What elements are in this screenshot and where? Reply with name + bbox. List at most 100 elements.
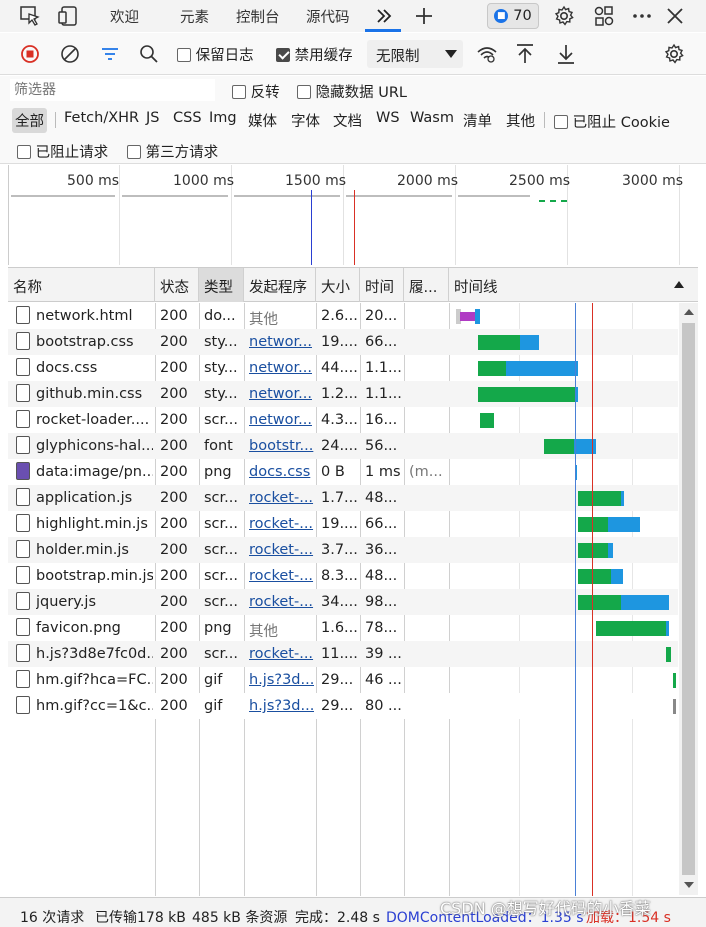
- filter-icon[interactable]: [98, 42, 122, 66]
- blocked-cookies-checkbox[interactable]: 已阻止 Cookie: [554, 111, 670, 132]
- vertical-scrollbar[interactable]: [679, 303, 698, 895]
- column-header-fulfilled-by[interactable]: 履...: [404, 268, 449, 302]
- document-icon: [16, 436, 30, 454]
- inspect-element-icon[interactable]: [17, 3, 43, 29]
- more-tabs-icon[interactable]: [371, 3, 397, 29]
- throttling-select[interactable]: 无限制: [367, 40, 463, 68]
- type-filter-css[interactable]: CSS: [170, 108, 205, 128]
- type-filter-other[interactable]: 其他: [503, 108, 538, 133]
- request-initiator-link[interactable]: rocket-...: [249, 516, 314, 532]
- settings-gear-icon[interactable]: [551, 3, 577, 29]
- request-initiator-link[interactable]: rocket-...: [249, 646, 314, 662]
- request-initiator-link[interactable]: rocket-...: [249, 594, 314, 610]
- disable-cache-checkbox[interactable]: 禁用缓存: [276, 44, 353, 65]
- issues-counter-button[interactable]: ■ 70: [487, 3, 539, 29]
- column-header-time[interactable]: 时间: [360, 268, 404, 302]
- type-filter-fetch-xhr[interactable]: Fetch/XHR: [61, 108, 142, 128]
- device-emulation-icon[interactable]: [56, 3, 82, 29]
- request-status: 200: [160, 412, 188, 428]
- issues-icon: ■: [494, 9, 509, 23]
- scroll-down-icon[interactable]: [684, 882, 694, 888]
- request-status: 200: [160, 568, 188, 584]
- preserve-log-checkbox[interactable]: 保留日志: [177, 44, 254, 65]
- table-row[interactable]: holder.min.js 200 scr... rocket-... 3.7.…: [8, 537, 678, 563]
- request-initiator-link[interactable]: networ...: [249, 334, 314, 350]
- request-type: scr...: [204, 516, 238, 532]
- network-conditions-icon[interactable]: [475, 42, 499, 66]
- table-row[interactable]: favicon.png 200 png 其他 1.6... 78...: [8, 615, 678, 641]
- type-filter-js[interactable]: JS: [143, 108, 162, 128]
- request-initiator-link[interactable]: networ...: [249, 360, 314, 376]
- table-row[interactable]: h.js?3d8e7fc0d... 200 scr... rocket-... …: [8, 641, 678, 667]
- table-row[interactable]: bootstrap.min.js 200 scr... rocket-... 8…: [8, 563, 678, 589]
- table-row[interactable]: jquery.js 200 scr... rocket-... 34.... 9…: [8, 589, 678, 615]
- request-initiator-link[interactable]: bootstr...: [249, 438, 314, 454]
- request-initiator-link[interactable]: rocket-...: [249, 542, 314, 558]
- request-type: scr...: [204, 594, 238, 610]
- overview-timeline[interactable]: 500 ms 1000 ms 1500 ms 2000 ms 2500 ms 3…: [8, 165, 698, 265]
- network-settings-gear-icon[interactable]: [662, 42, 686, 66]
- request-initiator-link[interactable]: rocket-...: [249, 568, 314, 584]
- column-header-name[interactable]: 名称: [8, 268, 155, 302]
- table-row[interactable]: hm.gif?cc=1&c... 200 gif h.js?3d... 29..…: [8, 693, 678, 719]
- close-icon[interactable]: [662, 3, 688, 29]
- type-filter-ws[interactable]: WS: [373, 108, 403, 128]
- request-name: rocket-loader....: [36, 412, 150, 428]
- tab-elements[interactable]: 元素: [180, 6, 209, 27]
- column-header-type[interactable]: 类型: [199, 268, 244, 302]
- tab-console[interactable]: 控制台: [236, 6, 280, 27]
- table-row[interactable]: hm.gif?hca=FC... 200 gif h.js?3d... 29..…: [8, 667, 678, 693]
- table-row[interactable]: github.min.css 200 sty... networ... 1.2.…: [8, 381, 678, 407]
- type-filter-doc[interactable]: 文档: [330, 108, 365, 133]
- type-filter-font[interactable]: 字体: [288, 108, 323, 133]
- third-party-checkbox[interactable]: 第三方请求: [127, 141, 218, 162]
- add-tab-icon[interactable]: [411, 3, 437, 29]
- table-row[interactable]: application.js 200 scr... rocket-... 1.7…: [8, 485, 678, 511]
- column-header-label: 时间线: [454, 280, 498, 296]
- request-initiator-link[interactable]: networ...: [249, 412, 314, 428]
- document-icon: [16, 644, 30, 662]
- disable-cache-label: 禁用缓存: [294, 48, 353, 64]
- record-stop-icon[interactable]: [18, 42, 42, 66]
- table-row[interactable]: docs.css 200 sty... networ... 44.... 1.1…: [8, 355, 678, 381]
- request-initiator-link[interactable]: docs.css: [249, 464, 314, 480]
- filter-input[interactable]: [10, 79, 215, 101]
- overview-request-line: [346, 195, 452, 197]
- customize-icon[interactable]: [591, 3, 617, 29]
- table-row[interactable]: glyphicons-hal... 200 font bootstr... 24…: [8, 433, 678, 459]
- hide-data-urls-checkbox[interactable]: 隐藏数据 URL: [297, 81, 407, 102]
- tab-welcome[interactable]: 欢迎: [110, 6, 139, 27]
- table-row[interactable]: highlight.min.js 200 scr... rocket-... 1…: [8, 511, 678, 537]
- table-row[interactable]: network.html 200 do... 其他 2.6... 20...: [8, 303, 678, 329]
- waterfall-download-bar: [621, 595, 669, 610]
- table-row[interactable]: data:image/pn... 200 png docs.css 0 B 1 …: [8, 459, 678, 485]
- blocked-requests-checkbox[interactable]: 已阻止请求: [17, 141, 108, 162]
- column-header-initiator[interactable]: 发起程序: [244, 268, 316, 302]
- scroll-up-icon[interactable]: [684, 309, 694, 315]
- export-har-icon[interactable]: [554, 42, 578, 66]
- overview-request-line: [458, 195, 530, 197]
- scrollbar-thumb[interactable]: [682, 323, 695, 875]
- request-type: sty...: [204, 360, 238, 376]
- request-initiator-link[interactable]: networ...: [249, 386, 314, 402]
- column-header-size[interactable]: 大小: [316, 268, 360, 302]
- type-filter-media[interactable]: 媒体: [245, 108, 280, 133]
- type-filter-manifest[interactable]: 清单: [460, 108, 495, 133]
- column-header-status[interactable]: 状态: [155, 268, 199, 302]
- table-row[interactable]: rocket-loader.... 200 scr... networ... 4…: [8, 407, 678, 433]
- import-har-icon[interactable]: [513, 42, 537, 66]
- more-options-icon[interactable]: [629, 3, 655, 29]
- clear-icon[interactable]: [58, 42, 82, 66]
- column-header-waterfall[interactable]: 时间线: [449, 268, 698, 302]
- type-filter-img[interactable]: Img: [206, 108, 240, 128]
- table-row[interactable]: bootstrap.css 200 sty... networ... 19...…: [8, 329, 678, 355]
- invert-checkbox[interactable]: 反转: [232, 81, 280, 102]
- request-time: 48...: [365, 568, 398, 584]
- request-initiator-link[interactable]: h.js?3d...: [249, 698, 314, 714]
- tab-sources[interactable]: 源代码: [306, 6, 350, 27]
- type-filter-all[interactable]: 全部: [12, 108, 47, 133]
- type-filter-wasm[interactable]: Wasm: [407, 108, 457, 128]
- search-icon[interactable]: [137, 42, 161, 66]
- request-initiator-link[interactable]: rocket-...: [249, 490, 314, 506]
- request-initiator-link[interactable]: h.js?3d...: [249, 672, 314, 688]
